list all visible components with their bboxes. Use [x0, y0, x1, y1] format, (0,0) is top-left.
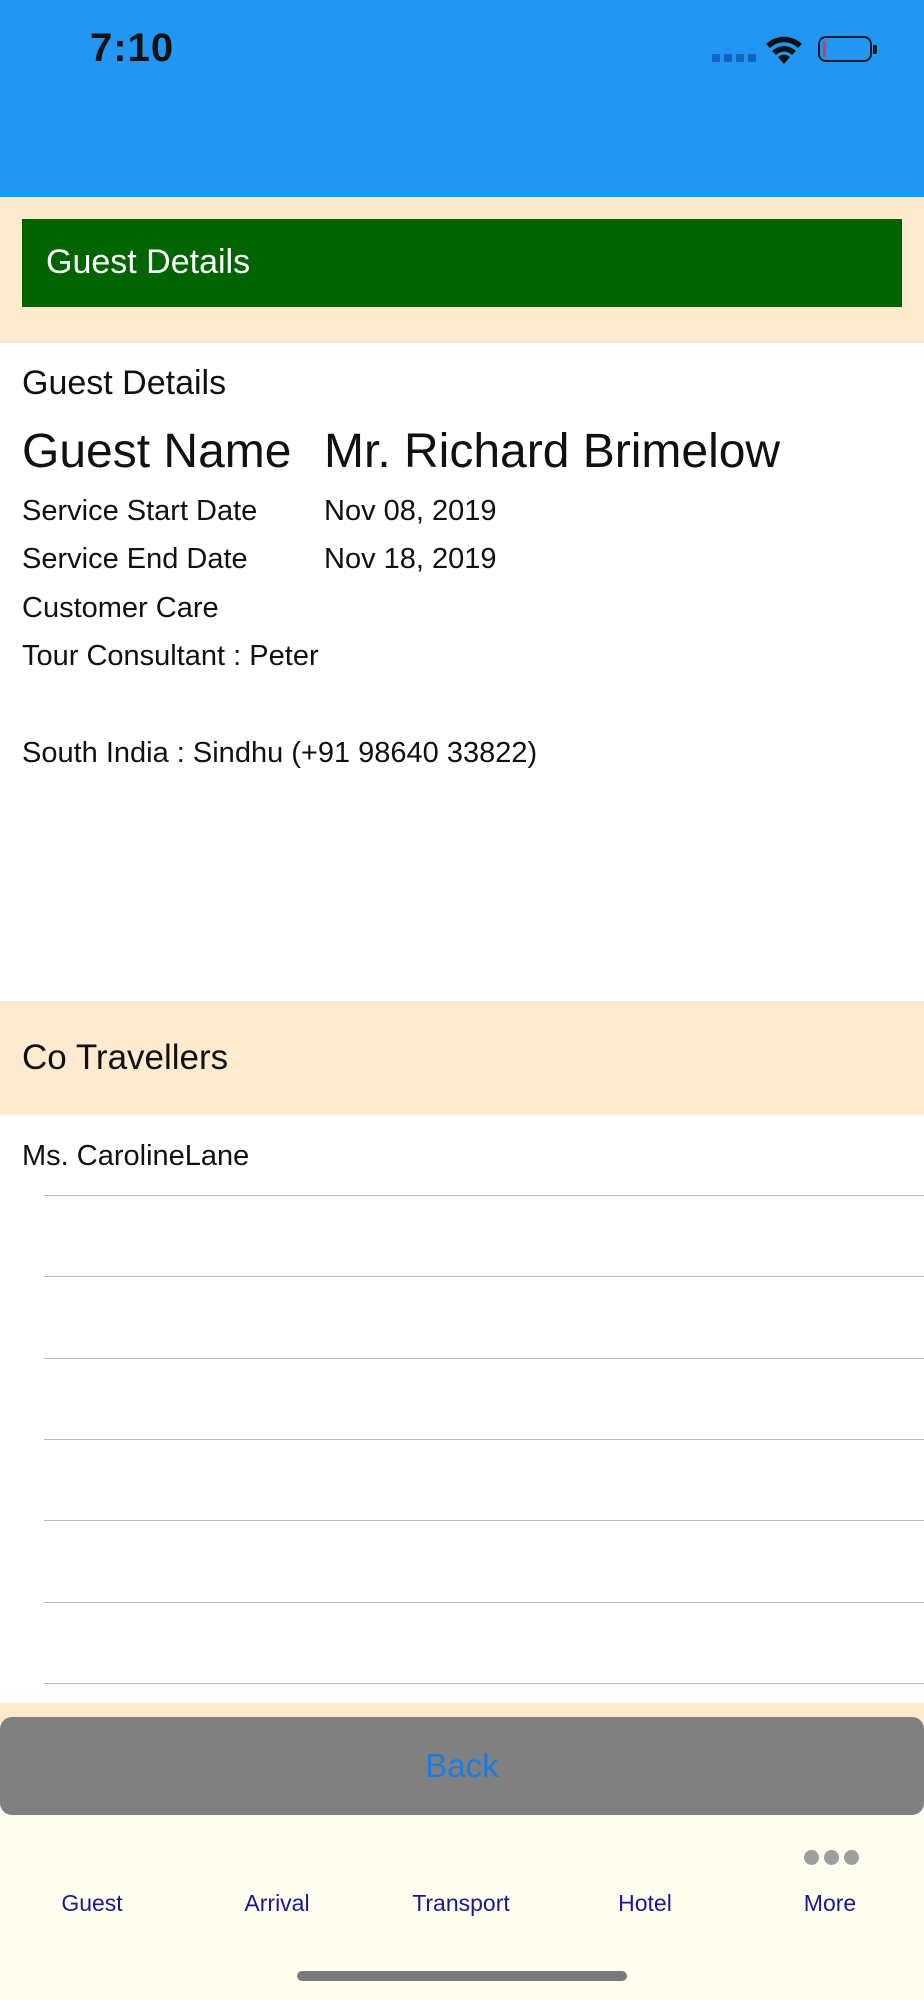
status-time: 7:10 [90, 26, 175, 70]
page-title: Guest Details [46, 243, 251, 281]
wifi-icon [764, 34, 804, 66]
co-traveller-row[interactable]: Ms. CarolineLane [22, 1140, 249, 1173]
row-divider [44, 1520, 924, 1521]
tab-hotel[interactable]: Hotel [553, 1890, 737, 1917]
row-divider [44, 1195, 924, 1196]
contact-info: South India : Sindhu (+91 98640 33822) [22, 737, 538, 769]
row-divider [44, 1683, 924, 1684]
service-start-label: Service Start Date [22, 495, 258, 527]
row-divider [44, 1439, 924, 1440]
tour-consultant: Tour Consultant : Peter [22, 640, 319, 672]
cellular-signal-icon [712, 54, 756, 62]
customer-care-label: Customer Care [22, 592, 219, 624]
service-start-value: Nov 08, 2019 [324, 495, 497, 527]
guest-name-label: Guest Name [22, 425, 292, 478]
row-divider [44, 1602, 924, 1603]
service-end-label: Service End Date [22, 543, 248, 575]
tab-guest[interactable]: Guest [0, 1890, 184, 1917]
row-divider [44, 1358, 924, 1359]
back-button[interactable]: Back [0, 1717, 924, 1815]
row-divider [44, 1276, 924, 1277]
co-travellers-title: Co Travellers [22, 1038, 229, 1077]
battery-icon [818, 36, 877, 62]
guest-name-value: Mr. Richard Brimelow [324, 425, 781, 478]
tab-transport[interactable]: Transport [369, 1890, 553, 1917]
tab-more[interactable]: More [738, 1890, 922, 1917]
home-indicator[interactable] [297, 1971, 627, 1981]
section-title-guest-details: Guest Details [22, 364, 227, 402]
back-button-label: Back [425, 1747, 499, 1784]
more-dots-icon[interactable] [804, 1850, 860, 1866]
tab-arrival[interactable]: Arrival [185, 1890, 369, 1917]
service-end-value: Nov 18, 2019 [324, 543, 497, 575]
